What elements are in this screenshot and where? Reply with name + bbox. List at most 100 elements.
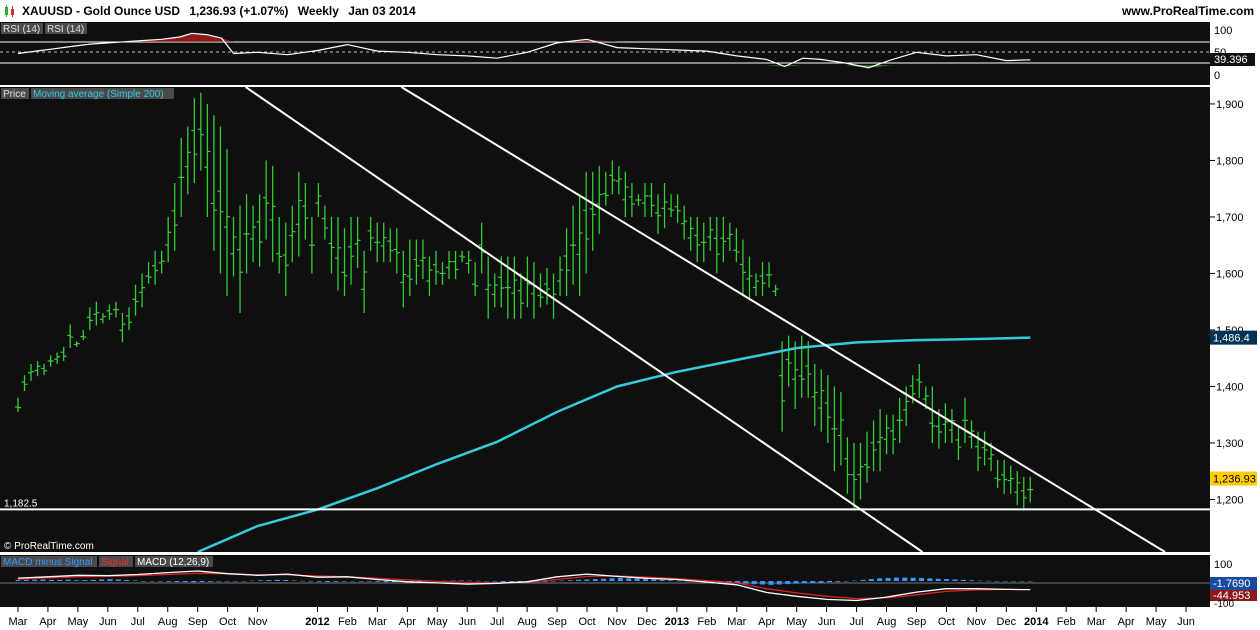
macd-histogram-bar	[191, 581, 197, 583]
macd-histogram-bar	[475, 580, 481, 582]
macd-histogram-bar	[90, 579, 96, 581]
macd-histogram-bar	[617, 577, 623, 581]
macd-histogram-bar	[584, 579, 590, 581]
macd-histogram-bar	[592, 579, 598, 581]
macd-histogram-bar	[919, 577, 925, 581]
time-axis-label: Sep	[547, 616, 567, 628]
macd-histogram-bar	[258, 580, 264, 581]
macd-histogram-bar	[283, 580, 289, 581]
macd-histogram-bar	[743, 581, 749, 584]
rsi-tick-100: 100	[1214, 25, 1232, 37]
price-change: 1,236.93 (+1.07%)	[189, 4, 289, 18]
time-axis: Mar Apr May Jun Jul Aug Sep Oct Nov 2012 Feb Mar Apr…	[0, 607, 1260, 630]
macd-histogram-bar	[350, 581, 356, 582]
macd-histogram-bar	[969, 580, 975, 581]
time-axis-label: Nov	[967, 616, 987, 628]
macd-histogram-bar	[458, 580, 464, 581]
rsi-label: RSI (14)	[3, 24, 40, 35]
macd-histogram-bar	[358, 581, 364, 582]
time-axis-label: May	[1146, 616, 1167, 628]
candlestick-icon	[5, 5, 14, 17]
macd-histogram-bar	[927, 578, 933, 581]
time-axis-label: May	[427, 616, 448, 628]
time-axis-label: Mar	[368, 616, 387, 628]
macd-histogram-bar	[1019, 581, 1025, 582]
price-tick-label: 1,200	[1216, 494, 1244, 506]
time-axis-label: Feb	[1057, 616, 1076, 628]
chart-header: XAUUSD - Gold Ounce USD 1,236.93 (+1.07%…	[0, 0, 1260, 22]
macd-histogram-bar	[852, 580, 858, 582]
macd-histogram-bar	[843, 581, 849, 582]
macd-histogram-bar	[57, 579, 63, 581]
macd-histogram-bar	[893, 577, 899, 581]
time-axis-label: Nov	[248, 616, 268, 628]
macd-histogram-bar	[818, 581, 824, 583]
panel-separator	[0, 85, 1260, 87]
macd-histogram-bar	[868, 579, 874, 581]
macd-histogram-bar	[383, 581, 389, 583]
price-tick-label: 1,700	[1216, 212, 1244, 224]
time-axis-label: Oct	[938, 616, 955, 628]
time-axis-label: Apr	[1118, 616, 1135, 628]
time-axis-label: 2014	[1024, 616, 1049, 628]
macd-histogram-bar	[325, 581, 331, 582]
time-axis-label: Jul	[131, 616, 145, 628]
macd-histogram-bar	[785, 581, 791, 585]
time-axis-label: 2012	[305, 616, 329, 628]
time-axis-label: Mar	[727, 616, 746, 628]
chart-canvas[interactable]: RSI (14) RSI (14) 100 50 39.396 0 1,182.…	[0, 22, 1260, 630]
time-axis-label: Sep	[907, 616, 927, 628]
macd-histogram-bar	[885, 577, 891, 581]
macd-histogram-bar	[182, 581, 188, 582]
macd-histogram-bar	[827, 581, 833, 583]
macd-histogram-bar	[65, 579, 71, 581]
macd-histogram-bar	[467, 580, 473, 582]
macd-hist-label: MACD minus Signal	[3, 557, 92, 568]
macd-histogram-bar	[902, 577, 908, 581]
macd-histogram-bar	[266, 580, 272, 581]
time-axis-label: Jun	[458, 616, 476, 628]
macd-histogram-bar	[500, 581, 506, 583]
macd-histogram-bar	[668, 580, 674, 581]
macd-histogram-bar	[760, 581, 766, 585]
price-tick-label: 1,400	[1216, 381, 1244, 393]
macd-value: -1.7690	[1213, 578, 1250, 590]
macd-tick-100: 100	[1214, 559, 1232, 571]
macd-histogram-bar	[249, 580, 255, 582]
macd-histogram-bar	[132, 580, 138, 581]
macd-histogram-bar	[651, 579, 657, 581]
macd-histogram-bar	[99, 579, 105, 581]
rsi-label-2: RSI (14)	[47, 24, 84, 35]
time-axis-label: Jul	[850, 616, 864, 628]
macd-histogram-bar	[910, 577, 916, 581]
macd-histogram-bar	[40, 579, 46, 581]
time-axis-label: May	[67, 616, 88, 628]
timeframe: Weekly	[297, 4, 339, 18]
macd-histogram-bar	[450, 580, 456, 582]
macd-histogram-bar	[140, 581, 146, 582]
macd-histogram-bar	[274, 579, 280, 581]
copyright: © ProRealTime.com	[4, 541, 94, 552]
macd-histogram-bar	[559, 580, 565, 582]
time-axis-label: Aug	[877, 616, 897, 628]
macd-histogram-bar	[626, 578, 632, 581]
time-axis-label: Dec	[997, 616, 1017, 628]
macd-histogram-bar	[492, 581, 498, 582]
macd-histogram-bar	[23, 579, 29, 581]
price-tick-label: 1,600	[1216, 268, 1244, 280]
macd-histogram-bar	[124, 580, 130, 581]
rsi-panel-bg	[0, 22, 1210, 85]
macd-histogram-bar	[676, 580, 682, 582]
price-tick-label: 1,300	[1216, 438, 1244, 450]
macd-histogram-bar	[483, 581, 489, 582]
support-label: 1,182.5	[4, 498, 38, 509]
macd-histogram-bar	[241, 581, 247, 582]
macd-histogram-bar	[994, 581, 1000, 582]
symbol-name: XAUUSD - Gold Ounce USD	[22, 4, 181, 18]
time-axis-label: Mar	[8, 616, 27, 628]
macd-histogram-bar	[1002, 581, 1008, 582]
macd-histogram-bar	[860, 579, 866, 581]
price-panel: 1,182.5 © ProRealTime.com Price Moving a…	[0, 86, 1210, 554]
time-axis-label: Jun	[1177, 616, 1195, 628]
time-axis-label: Jun	[99, 616, 117, 628]
